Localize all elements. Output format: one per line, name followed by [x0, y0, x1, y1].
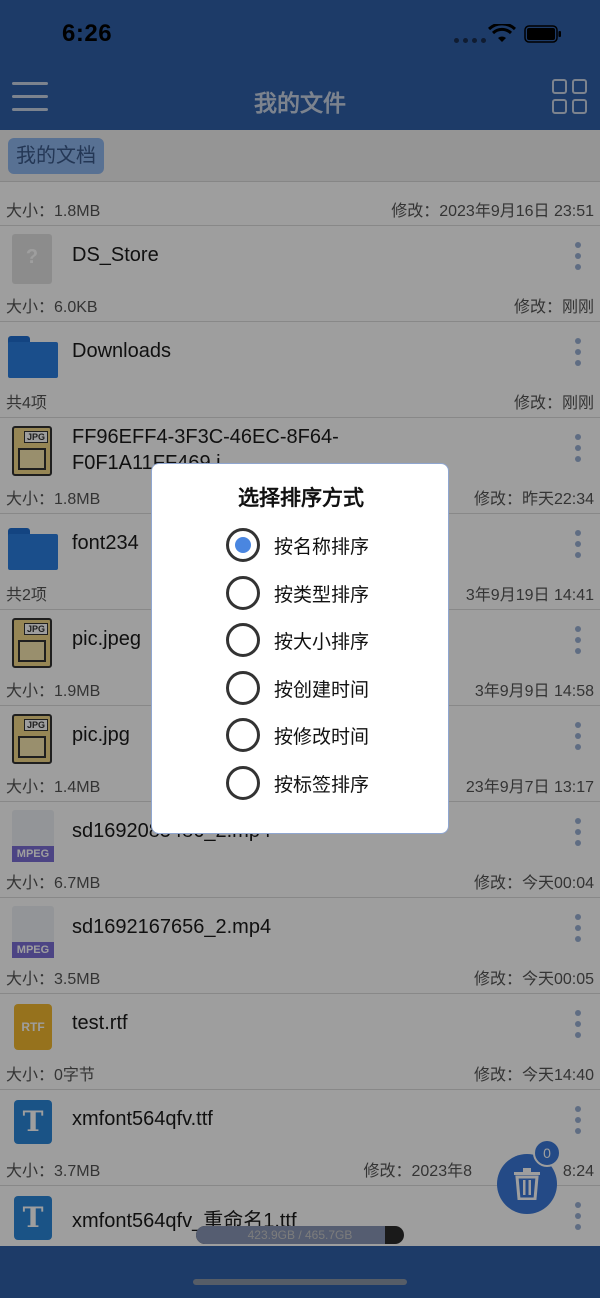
option-label: 按创建时间 — [274, 679, 370, 701]
sort-option-size[interactable]: 按大小排序 — [226, 622, 369, 658]
option-label: 按大小排序 — [274, 631, 370, 653]
sort-option-name[interactable]: 按名称排序 — [226, 527, 369, 563]
option-label: 按标签排序 — [274, 774, 370, 796]
radio-icon[interactable] — [226, 528, 260, 562]
sort-dialog: 选择排序方式 按名称排序 按类型排序 按大小排序 按创建时间 按修改时间 按标签… — [151, 463, 449, 834]
sort-option-created[interactable]: 按创建时间 — [226, 670, 369, 706]
radio-icon[interactable] — [226, 718, 260, 752]
option-label: 按修改时间 — [274, 726, 370, 748]
radio-icon[interactable] — [226, 766, 260, 800]
radio-icon[interactable] — [226, 576, 260, 610]
option-label: 按类型排序 — [274, 584, 370, 606]
sort-option-modified[interactable]: 按修改时间 — [226, 717, 369, 753]
dialog-title: 选择排序方式 — [238, 487, 364, 510]
radio-icon[interactable] — [226, 671, 260, 705]
sort-option-type[interactable]: 按类型排序 — [226, 575, 369, 611]
radio-icon[interactable] — [226, 623, 260, 657]
sort-option-tag[interactable]: 按标签排序 — [226, 765, 369, 801]
option-label: 按名称排序 — [274, 536, 370, 558]
